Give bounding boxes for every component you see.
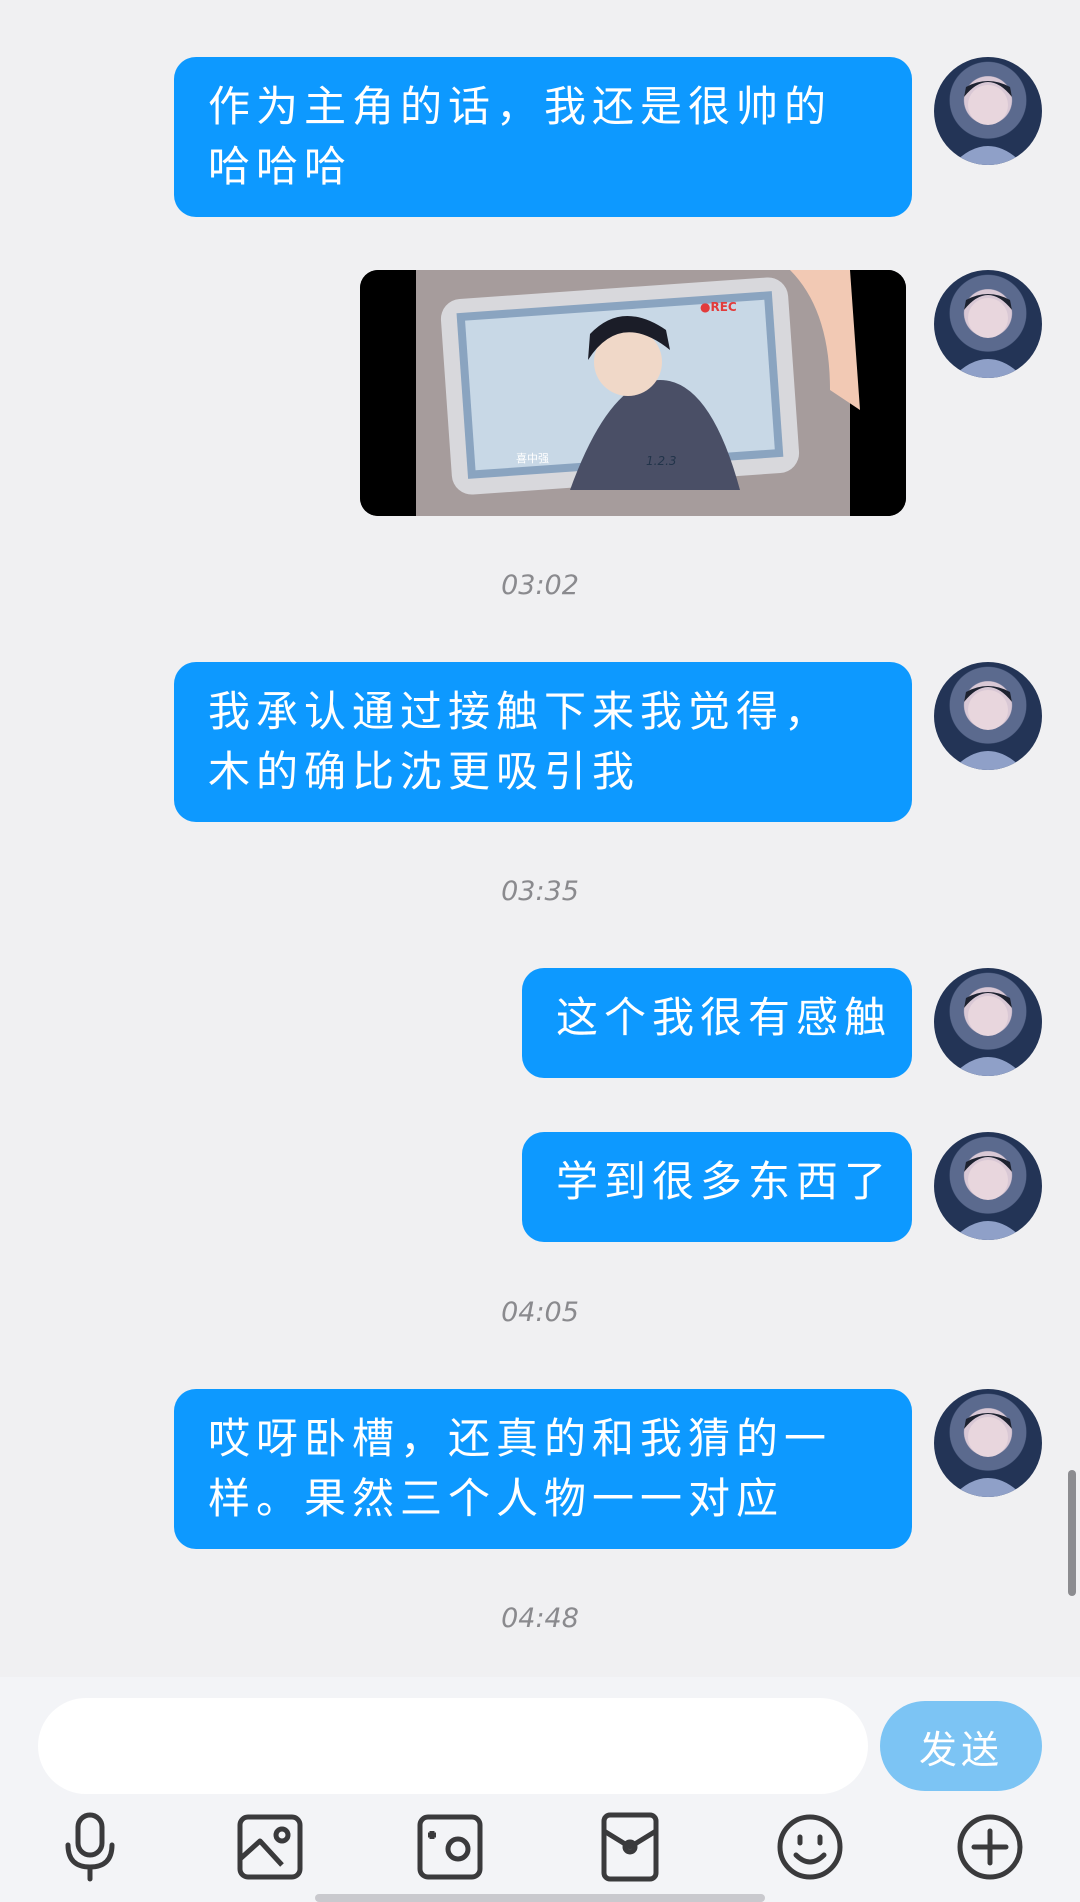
scrollbar[interactable] <box>1068 1470 1076 1596</box>
avatar[interactable] <box>934 57 1042 165</box>
video-tab-label: 喜中强 <box>516 452 549 465</box>
avatar[interactable] <box>934 1389 1042 1497</box>
message-input[interactable] <box>38 1698 868 1794</box>
home-indicator[interactable] <box>315 1894 765 1902</box>
emoji-icon[interactable] <box>770 1807 850 1887</box>
message-bubble[interactable]: 这个我很有感触 <box>522 968 912 1078</box>
timestamp: 04:48 <box>501 1603 579 1634</box>
red-packet-icon[interactable] <box>590 1807 670 1887</box>
rec-label: ●REC <box>700 300 737 314</box>
video-hud-text: 1.2.3 <box>646 454 677 468</box>
timestamp: 03:02 <box>501 570 579 601</box>
send-button[interactable]: 发送 <box>880 1701 1042 1791</box>
chat-area[interactable]: 作为主角的话，我还是很帅的哈哈哈 ●REC 喜中强 1.2.3 03:02 我承… <box>0 0 1080 1677</box>
timestamp: 03:35 <box>501 876 579 907</box>
microphone-icon[interactable] <box>50 1807 130 1887</box>
message-bubble[interactable]: 我承认通过接触下来我觉得，木的确比沈更吸引我 <box>174 662 912 822</box>
plus-icon[interactable] <box>950 1807 1030 1887</box>
avatar[interactable] <box>934 270 1042 378</box>
message-bubble[interactable]: 作为主角的话，我还是很帅的哈哈哈 <box>174 57 912 217</box>
toolbar <box>0 1807 1080 1902</box>
message-bubble[interactable]: 哎呀卧槽，还真的和我猜的一样。果然三个人物一一对应 <box>174 1389 912 1549</box>
timestamp: 04:05 <box>501 1297 579 1328</box>
composer-bar: 发送 <box>0 1677 1080 1902</box>
avatar[interactable] <box>934 662 1042 770</box>
avatar[interactable] <box>934 1132 1042 1240</box>
shared-image[interactable]: ●REC 喜中强 1.2.3 <box>360 270 906 516</box>
image-icon[interactable] <box>230 1807 310 1887</box>
message-bubble[interactable]: 学到很多东西了 <box>522 1132 912 1242</box>
avatar[interactable] <box>934 968 1042 1076</box>
camera-icon[interactable] <box>410 1807 490 1887</box>
